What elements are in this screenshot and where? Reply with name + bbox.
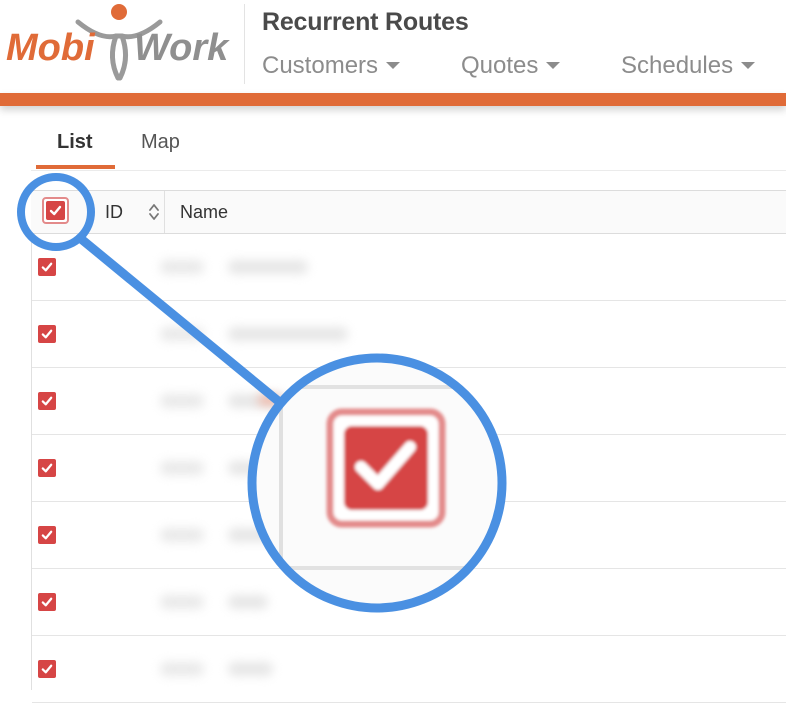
- nav-label: Customers: [262, 52, 379, 79]
- blurred-row-content: [88, 502, 786, 568]
- blurred-id: [160, 327, 204, 341]
- nav-label: Quotes: [461, 52, 539, 79]
- nav-customers[interactable]: Customers: [262, 52, 401, 80]
- blurred-row-content: [88, 435, 786, 501]
- sort-icon[interactable]: [148, 203, 160, 221]
- row-checkbox[interactable]: [38, 593, 56, 611]
- blurred-name: [228, 662, 273, 676]
- column-header-id[interactable]: ID: [105, 202, 123, 223]
- blurred-name: [228, 260, 308, 274]
- table-row[interactable]: [32, 234, 786, 301]
- table-row[interactable]: [32, 502, 786, 569]
- caret-down-icon: [546, 61, 561, 69]
- table-row[interactable]: [32, 636, 786, 703]
- blurred-id: [160, 528, 204, 542]
- svg-text:Mobi: Mobi: [6, 27, 96, 69]
- blurred-id: [160, 595, 204, 609]
- caret-down-icon: [741, 61, 756, 69]
- blurred-id: [160, 461, 204, 475]
- row-checkbox[interactable]: [38, 459, 56, 477]
- select-all-checkbox[interactable]: [42, 197, 69, 224]
- column-divider: [164, 191, 165, 233]
- blurred-row-content: [88, 636, 786, 702]
- tabs-divider: [31, 170, 786, 171]
- row-checkbox[interactable]: [38, 325, 56, 343]
- column-divider: [87, 191, 88, 233]
- row-checkbox[interactable]: [38, 258, 56, 276]
- blurred-row-content: [88, 234, 786, 300]
- row-checkbox[interactable]: [38, 526, 56, 544]
- nav-label: Schedules: [621, 52, 734, 79]
- row-checkbox[interactable]: [38, 660, 56, 678]
- header-accent-bar: [0, 93, 786, 106]
- blurred-accent: [258, 395, 280, 405]
- column-header-name[interactable]: Name: [180, 202, 228, 223]
- table-row[interactable]: [32, 301, 786, 368]
- blurred-name: [228, 327, 348, 341]
- table-row[interactable]: [32, 435, 786, 502]
- table-header: ID Name: [31, 190, 786, 234]
- blurred-id: [160, 662, 204, 676]
- active-tab-indicator: [36, 165, 115, 169]
- blurred-id: [160, 394, 204, 408]
- page-title: Recurrent Routes: [262, 8, 469, 36]
- tab-list[interactable]: List: [57, 131, 93, 154]
- table-row[interactable]: [32, 569, 786, 636]
- blurred-name: [228, 461, 278, 475]
- tab-map[interactable]: Map: [141, 131, 180, 154]
- blurred-row-content: [88, 368, 786, 434]
- table-row[interactable]: [32, 368, 786, 435]
- svg-text:Work: Work: [134, 27, 230, 69]
- row-checkbox[interactable]: [38, 392, 56, 410]
- nav-quotes[interactable]: Quotes: [461, 52, 561, 80]
- app-header: Mobi Work Recurrent Routes Customers Quo…: [0, 0, 786, 93]
- blurred-name: [228, 595, 268, 609]
- logo-divider: [244, 4, 245, 84]
- caret-down-icon: [386, 61, 401, 69]
- blurred-id: [160, 260, 204, 274]
- nav-schedules[interactable]: Schedules: [621, 52, 756, 80]
- blurred-row-content: [88, 569, 786, 635]
- mobiwork-logo[interactable]: Mobi Work: [0, 0, 240, 92]
- blurred-name: [228, 528, 283, 542]
- checkbox-icon: [46, 201, 65, 220]
- blurred-row-content: [88, 301, 786, 367]
